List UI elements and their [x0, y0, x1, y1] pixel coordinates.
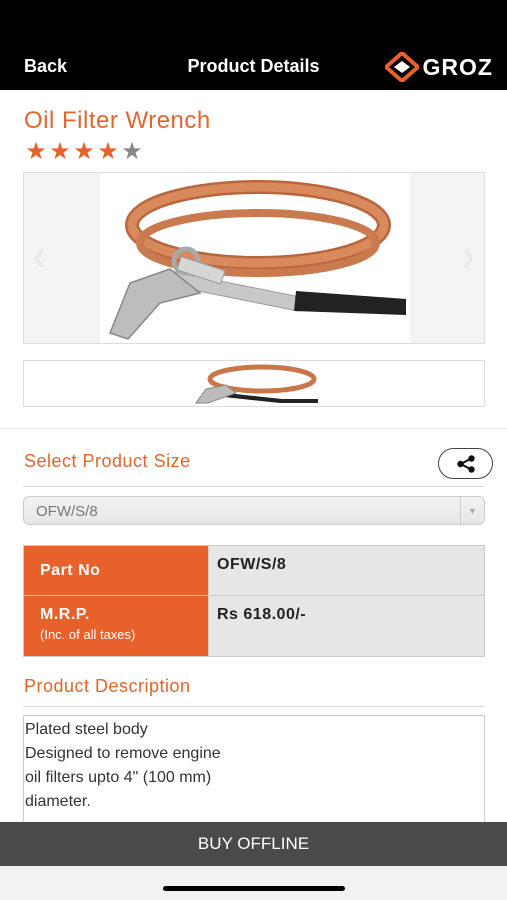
home-indicator[interactable]: [163, 886, 345, 891]
chevron-left-icon[interactable]: ❮: [32, 247, 47, 268]
description-line: diameter.: [25, 793, 91, 810]
spec-row-mrp: M.R.P. (Inc. of all taxes) Rs 618.00/-: [24, 596, 484, 656]
groz-logo-icon: [384, 52, 419, 82]
description-section-title: Product Description: [24, 676, 191, 696]
spec-value: OFW/S/8: [208, 546, 484, 595]
divider: [0, 428, 507, 429]
mrp-sublabel: (Inc. of all taxes): [40, 627, 136, 642]
product-image-carousel[interactable]: ❮ ❯: [23, 172, 485, 344]
status-bar: [0, 0, 507, 44]
nav-bar: Back Product Details GROZ: [0, 44, 507, 90]
part-no-value: OFW/S/8: [217, 556, 287, 573]
size-dropdown-value: OFW/S/8: [36, 503, 98, 520]
share-icon: [456, 454, 475, 473]
mrp-label: M.R.P.: [40, 606, 90, 623]
mrp-value: Rs 618.00/-: [217, 606, 307, 623]
description-line: Plated steel body: [25, 721, 148, 738]
product-image: [100, 173, 410, 343]
logo-text: GROZ: [422, 53, 493, 80]
description-box: Plated steel body Designed to remove eng…: [23, 715, 485, 822]
thumbnail-image[interactable]: [192, 363, 322, 405]
star-filled-icon: ★: [49, 138, 71, 165]
star-filled-icon: ★: [25, 138, 47, 165]
thumbnail-strip: [23, 360, 485, 407]
description-line: oil filters upto 4" (100 mm): [25, 769, 212, 786]
star-filled-icon: ★: [97, 138, 119, 165]
product-title: Oil Filter Wrench: [24, 107, 211, 134]
section-underline: [23, 486, 485, 487]
home-indicator-area: [0, 866, 507, 900]
section-underline: [23, 706, 485, 707]
spec-key: M.R.P. (Inc. of all taxes): [24, 596, 208, 656]
star-filled-icon: ★: [73, 138, 95, 165]
brand-logo: GROZ: [384, 50, 493, 84]
spec-key: Part No: [24, 546, 208, 595]
spec-table: Part No OFW/S/8 M.R.P. (Inc. of all taxe…: [23, 545, 485, 657]
size-section-title: Select Product Size: [24, 451, 191, 471]
buy-offline-button[interactable]: BUY OFFLINE: [0, 822, 507, 866]
description-line: Designed to remove engine: [25, 745, 221, 762]
part-no-label: Part No: [40, 562, 101, 579]
chevron-right-icon[interactable]: ❯: [461, 247, 476, 268]
star-empty-icon: ★: [121, 138, 143, 165]
size-dropdown[interactable]: OFW/S/8 ▼: [23, 496, 485, 525]
chevron-down-icon: ▼: [460, 497, 484, 524]
spec-value: Rs 618.00/-: [208, 596, 484, 656]
share-button[interactable]: [438, 448, 493, 479]
spec-row-part-no: Part No OFW/S/8: [24, 546, 484, 596]
star-rating: ★ ★ ★ ★ ★: [24, 140, 144, 164]
